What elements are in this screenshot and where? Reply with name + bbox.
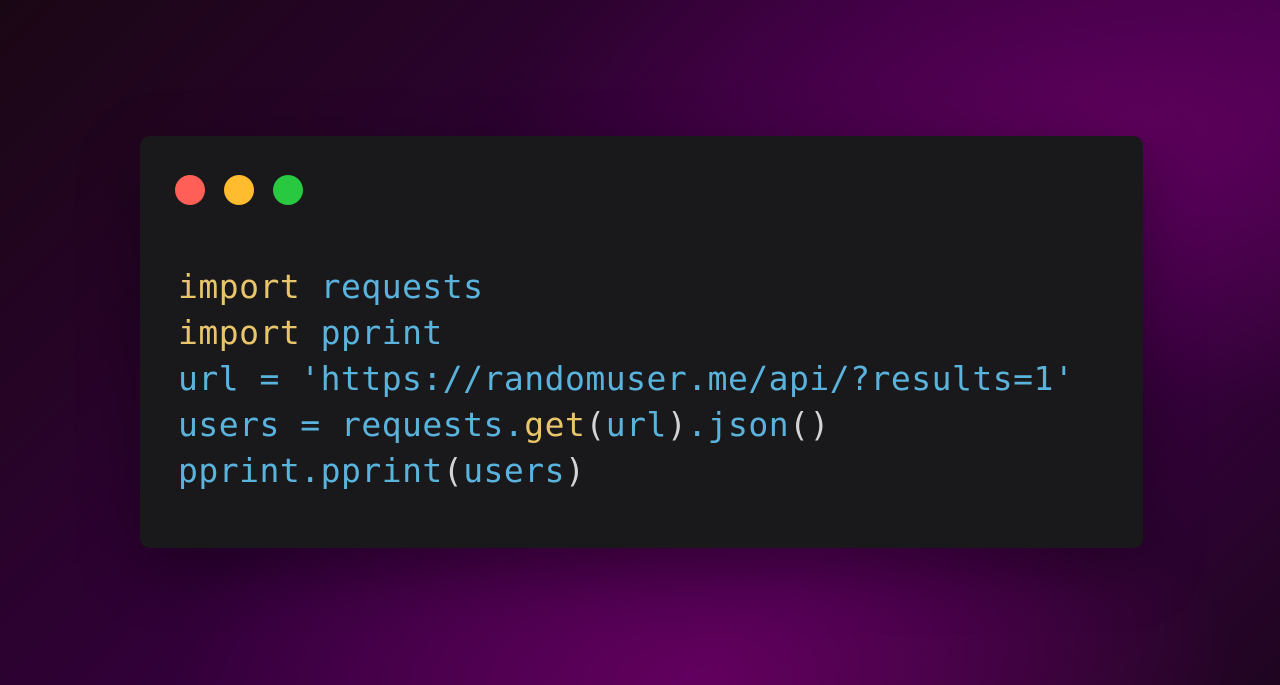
code-block: import requests import pprint url = 'https…: [178, 264, 1074, 494]
code-line: import pprint: [178, 310, 1074, 356]
window-controls: [175, 175, 303, 205]
code-token-op: =: [279, 405, 341, 444]
code-token-punct: ): [666, 405, 688, 444]
code-token-name: pprint: [320, 313, 443, 352]
code-token-op: .: [503, 405, 525, 444]
code-token-func: get: [524, 405, 586, 444]
code-token-string: 'https://randomuser.me/api/?results=1': [300, 359, 1075, 398]
code-token-name: url: [178, 359, 240, 398]
code-window: import requests import pprint url = 'https…: [140, 136, 1143, 548]
code-token-punct: (: [585, 405, 606, 444]
code-token-op: =: [239, 359, 301, 398]
code-token-name: users: [463, 451, 566, 490]
code-token-name: pprint: [178, 451, 301, 490]
maximize-icon[interactable]: [273, 175, 303, 205]
code-token-name: users: [178, 405, 280, 444]
code-token-name: url: [605, 405, 667, 444]
code-token-punct: (): [789, 405, 830, 444]
code-line: pprint.pprint(users): [178, 448, 1074, 494]
code-token-keyword: import: [178, 267, 301, 306]
minimize-icon[interactable]: [224, 175, 254, 205]
code-token-name: .json: [687, 405, 790, 444]
code-token-name: requests: [320, 267, 484, 306]
code-line: users = requests.get(url).json(): [178, 402, 1074, 448]
close-icon[interactable]: [175, 175, 205, 205]
code-token-op: .: [300, 451, 321, 490]
code-token-keyword: import: [178, 313, 301, 352]
code-line: import requests: [178, 264, 1074, 310]
code-token-punct: ): [565, 451, 586, 490]
code-token-name: pprint: [320, 451, 443, 490]
code-line: url = 'https://randomuser.me/api/?result…: [178, 356, 1074, 402]
code-token-name: requests: [340, 405, 504, 444]
code-token-punct: (: [442, 451, 464, 490]
